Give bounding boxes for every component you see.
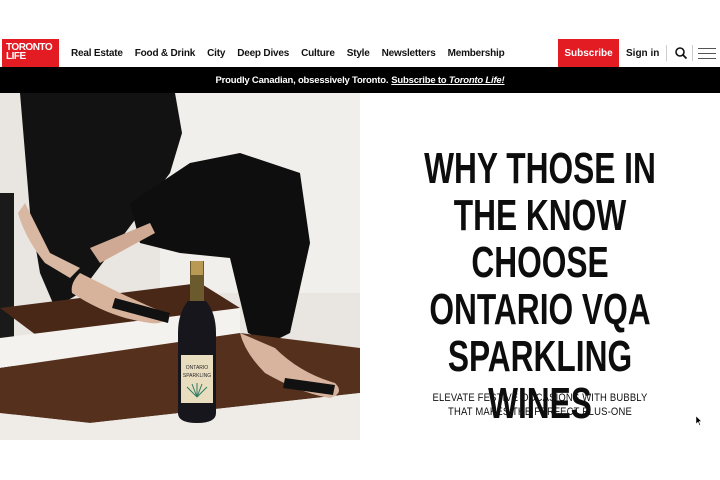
site-header: TORONTO LIFE Real Estate Food & Drink Ci… <box>0 39 720 67</box>
bottle-label-line-2: SPARKLING <box>183 373 211 379</box>
divider <box>666 45 667 61</box>
nav-culture[interactable]: Culture <box>301 48 335 59</box>
hamburger-menu-icon[interactable] <box>698 48 716 60</box>
divider <box>692 45 693 61</box>
nav-real-estate[interactable]: Real Estate <box>71 48 123 59</box>
logo-line-2: LIFE <box>6 51 26 62</box>
banner-link-prefix: Subscribe to <box>391 74 447 86</box>
hero-text-panel: WHY THOSE IN THE KNOW CHOOSE ONTARIO VQA… <box>360 93 720 440</box>
nav-deep-dives[interactable]: Deep Dives <box>237 48 289 59</box>
bottle-label-line-1: ONTARIO <box>186 365 209 371</box>
mouse-cursor-icon <box>696 416 702 426</box>
subscribe-banner: Proudly Canadian, obsessively Toronto. S… <box>0 67 720 93</box>
toronto-life-logo[interactable]: TORONTO LIFE <box>2 39 59 67</box>
top-whitespace <box>0 0 720 39</box>
nav-membership[interactable]: Membership <box>448 48 505 59</box>
banner-text: Proudly Canadian, obsessively Toronto. <box>215 74 389 86</box>
search-icon[interactable] <box>674 45 688 61</box>
hero-subheadline: ELEVATE FESTIVE OCCASIONS WITH BUBBLY TH… <box>432 392 648 418</box>
hero-photo: ONTARIO SPARKLING <box>0 93 360 440</box>
nav-food-drink[interactable]: Food & Drink <box>135 48 196 59</box>
hero-headline[interactable]: WHY THOSE IN THE KNOW CHOOSE ONTARIO VQA… <box>410 145 669 427</box>
nav-city[interactable]: City <box>207 48 225 59</box>
subscribe-button[interactable]: Subscribe <box>558 39 619 67</box>
nav-newsletters[interactable]: Newsletters <box>382 48 436 59</box>
main-nav: Real Estate Food & Drink City Deep Dives… <box>71 39 516 67</box>
hero-section[interactable]: ONTARIO SPARKLING WHY THOSE IN THE KNOW … <box>0 93 720 440</box>
sign-in-link[interactable]: Sign in <box>626 39 659 67</box>
banner-link-brand: Toronto Life! <box>448 74 505 86</box>
nav-style[interactable]: Style <box>347 48 370 59</box>
banner-subscribe-link[interactable]: Subscribe to Toronto Life! <box>391 75 504 86</box>
